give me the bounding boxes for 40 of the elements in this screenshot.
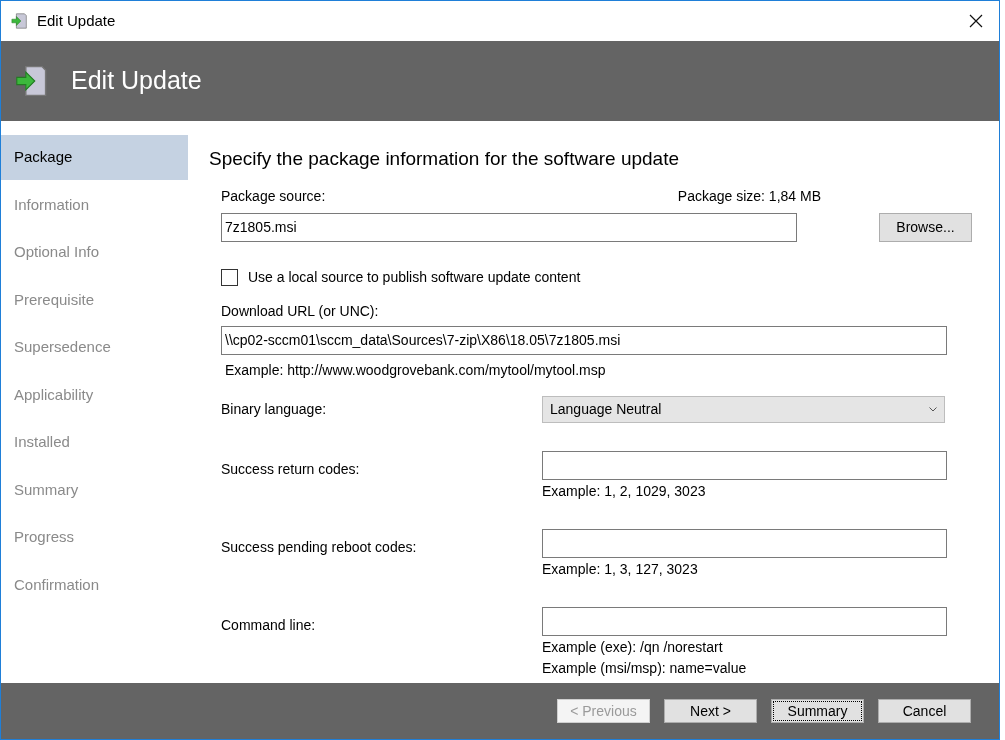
sidebar-item[interactable]: Optional Info [1,230,188,275]
sidebar-item[interactable]: Package [1,135,188,180]
page-heading: Specify the package information for the software update [209,147,680,171]
sidebar-item[interactable]: Supersedence [1,325,188,370]
checkbox[interactable] [221,268,238,286]
wizard-button[interactable]: Summary [771,699,864,723]
example-text: Example (msi/msp): name=value [542,658,748,678]
text-field[interactable] [542,450,947,480]
header-title: Edit Update [71,65,202,97]
browse-button[interactable]: Browse... [879,212,972,242]
sidebar-item[interactable]: Prerequisite [1,277,188,323]
sidebar-item[interactable]: Confirmation [1,562,188,608]
wizard-button[interactable]: Next > [664,699,757,723]
example-text: Example: 1, 2, 1029, 3023 [542,481,707,501]
download-url-field[interactable]: \\cp02-sccm01\sccm_data\Sources\7-zip\X86\18.05\7z1805.msi [221,325,947,355]
sidebar-item[interactable]: Information [1,182,188,228]
field-label: Success return codes: [221,459,361,479]
sidebar-item[interactable]: Applicability [1,372,188,418]
checkbox-label: Use a local source to publish software update content [248,267,581,287]
example-text: Example: http://www.woodgrovebank.com/mytool/mytool.msp [224,360,607,380]
field-label: Command line: [221,615,317,635]
language-dropdown[interactable]: Language Neutral [542,395,945,423]
field-label: Download URL (or UNC): [221,301,380,321]
window-title: Edit Update [37,10,116,31]
package-source-field[interactable]: 7z1805.msi [221,212,797,242]
field-label: Binary language: [221,399,328,419]
chevron-down-icon [929,406,937,412]
sidebar-item[interactable]: Installed [1,420,188,465]
close-icon [969,14,983,28]
wizard-button[interactable]: Cancel [878,699,971,723]
text-field[interactable] [542,528,947,558]
sidebar-item[interactable]: Progress [1,515,188,560]
package-arrow-icon [11,12,29,30]
field-label: Package source: [221,186,326,206]
package-size: Package size: 1,84 MB [677,186,821,206]
example-text: Example: 1, 3, 127, 3023 [542,559,699,579]
example-text: Example (exe): /qn /norestart [542,637,724,657]
field-label: Success pending reboot codes: [221,537,418,557]
sidebar-item[interactable]: Summary [1,467,188,513]
text-field[interactable] [542,606,947,636]
